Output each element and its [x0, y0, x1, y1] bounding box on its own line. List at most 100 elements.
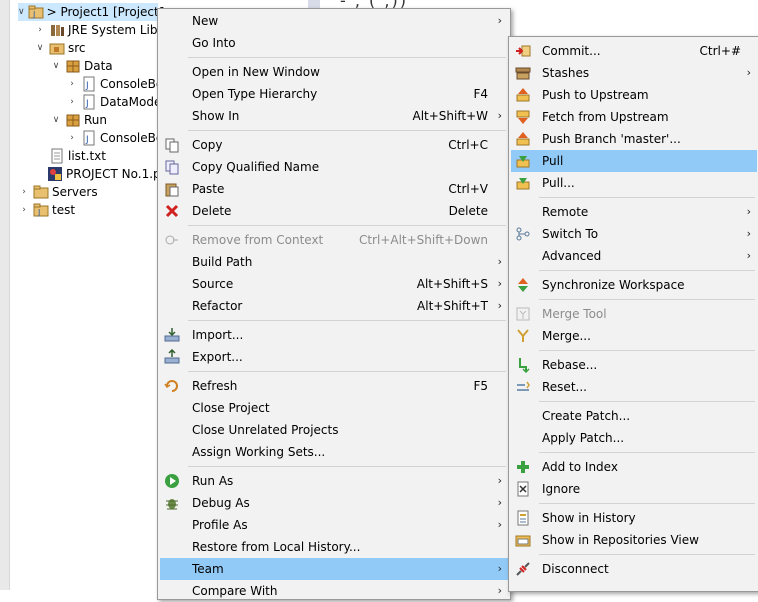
- menu-separator: [539, 401, 755, 402]
- menu-item-debug-as[interactable]: Debug As ›: [160, 492, 508, 514]
- menu-item-refresh[interactable]: Refresh F5: [160, 375, 508, 397]
- java-project-icon: J: [33, 202, 49, 218]
- svg-text:J: J: [85, 99, 89, 109]
- menu-item-ignore[interactable]: Ignore: [511, 478, 757, 500]
- menu-item-apply-patch[interactable]: Apply Patch...: [511, 427, 757, 449]
- collapsed-chevron-icon[interactable]: ›: [66, 75, 78, 93]
- collapsed-chevron-icon[interactable]: ›: [34, 21, 46, 39]
- debug-icon: [164, 495, 180, 511]
- submenu-arrow-icon: ›: [497, 584, 502, 597]
- pull-dialog-icon: [515, 175, 531, 191]
- menu-item-remove-from-context[interactable]: Remove from Context Ctrl+Alt+Shift+Down: [160, 229, 508, 251]
- tree-item-label: DataMode: [100, 95, 162, 109]
- remove-context-icon: [164, 232, 180, 248]
- tree-item-list-txt[interactable]: list.txt: [49, 147, 106, 165]
- menu-item-fetch-upstream[interactable]: Fetch from Upstream: [511, 106, 757, 128]
- text-file-icon: [49, 148, 65, 164]
- menu-item-synchronize-workspace[interactable]: Synchronize Workspace: [511, 274, 757, 296]
- delete-icon: [164, 203, 180, 219]
- tree-item-servers[interactable]: › Servers: [18, 183, 97, 201]
- menu-item-merge-tool[interactable]: Merge Tool: [511, 303, 757, 325]
- package-icon: [65, 58, 81, 74]
- tree-item-label: > Project1 [Project1: [46, 5, 167, 19]
- tree-item-data-package[interactable]: ∨ Data: [50, 57, 113, 75]
- menu-item-disconnect[interactable]: Disconnect: [511, 558, 757, 580]
- menu-item-copy[interactable]: Copy Ctrl+C: [160, 134, 508, 156]
- menu-item-push-branch[interactable]: Push Branch 'master'...: [511, 128, 757, 150]
- menu-item-commit[interactable]: Commit... Ctrl+#: [511, 40, 757, 62]
- menu-item-push-upstream[interactable]: Push to Upstream: [511, 84, 757, 106]
- menu-item-close-unrelated-projects[interactable]: Close Unrelated Projects: [160, 419, 508, 441]
- push-branch-icon: [515, 131, 531, 147]
- menu-item-merge[interactable]: Merge...: [511, 325, 757, 347]
- java-file-icon: J: [81, 94, 97, 110]
- tree-item-label: src: [68, 41, 86, 55]
- menu-item-pull[interactable]: Pull: [511, 150, 757, 172]
- expanded-chevron-icon[interactable]: ∨: [50, 57, 62, 75]
- tree-item-src[interactable]: ∨ src: [34, 39, 86, 57]
- tree-item-datamode[interactable]: › J DataMode: [66, 93, 161, 111]
- menu-item-source[interactable]: Source Alt+Shift+S ›: [160, 273, 508, 295]
- menu-item-go-into[interactable]: Go Into: [160, 32, 508, 54]
- menu-item-advanced[interactable]: Advanced ›: [511, 245, 757, 267]
- menu-item-export[interactable]: Export...: [160, 346, 508, 368]
- fetch-upstream-icon: [515, 109, 531, 125]
- copy-icon: [164, 137, 180, 153]
- menu-item-import[interactable]: Import...: [160, 324, 508, 346]
- menu-item-rebase[interactable]: Rebase...: [511, 354, 757, 376]
- menu-item-switch-to[interactable]: Switch To ›: [511, 223, 757, 245]
- menu-item-show-in-history[interactable]: Show in History: [511, 507, 757, 529]
- context-menu: New › Go Into Open in New Window Open Typ…: [157, 8, 511, 600]
- menu-item-new[interactable]: New ›: [160, 10, 508, 32]
- tree-item-label: ConsoleBo: [100, 131, 164, 145]
- tree-item-test[interactable]: › J test: [18, 201, 75, 219]
- menu-item-team[interactable]: Team ›: [160, 558, 508, 580]
- menu-item-paste[interactable]: Paste Ctrl+V: [160, 178, 508, 200]
- menu-separator: [188, 130, 506, 131]
- expanded-chevron-icon[interactable]: ∨: [18, 3, 25, 21]
- expanded-chevron-icon[interactable]: ∨: [50, 111, 62, 129]
- menu-item-refactor[interactable]: Refactor Alt+Shift+T ›: [160, 295, 508, 317]
- menu-item-show-in[interactable]: Show In Alt+Shift+W ›: [160, 105, 508, 127]
- menu-item-add-to-index[interactable]: Add to Index: [511, 456, 757, 478]
- menu-item-delete[interactable]: Delete Delete: [160, 200, 508, 222]
- menu-item-reset[interactable]: Reset...: [511, 376, 757, 398]
- package-icon: [65, 112, 81, 128]
- menu-item-pull-dialog[interactable]: Pull...: [511, 172, 757, 194]
- tree-item-label: JRE System Libra: [68, 23, 170, 37]
- menu-item-show-in-repositories[interactable]: Show in Repositories View: [511, 529, 757, 551]
- rebase-icon: [515, 357, 531, 374]
- menu-item-remote[interactable]: Remote ›: [511, 201, 757, 223]
- expanded-chevron-icon[interactable]: ∨: [34, 39, 46, 57]
- run-icon: [164, 473, 180, 489]
- menu-item-assign-working-sets[interactable]: Assign Working Sets...: [160, 441, 508, 463]
- submenu-arrow-icon: ›: [746, 66, 751, 79]
- menu-item-compare-with[interactable]: Compare With ›: [160, 580, 508, 602]
- collapsed-chevron-icon[interactable]: ›: [18, 201, 30, 219]
- menu-item-build-path[interactable]: Build Path ›: [160, 251, 508, 273]
- menu-item-stashes[interactable]: Stashes ›: [511, 62, 757, 84]
- menu-item-run-as[interactable]: Run As ›: [160, 470, 508, 492]
- collapsed-chevron-icon[interactable]: ›: [66, 93, 78, 111]
- collapsed-chevron-icon[interactable]: ›: [66, 129, 78, 147]
- tree-item-jre[interactable]: › JRE System Libra: [34, 21, 170, 39]
- menu-item-open-new-window[interactable]: Open in New Window: [160, 61, 508, 83]
- menu-item-profile-as[interactable]: Profile As ›: [160, 514, 508, 536]
- tree-item-project1[interactable]: ∨ J > Project1 [Project1: [18, 3, 166, 21]
- submenu-arrow-icon: ›: [497, 496, 502, 509]
- menu-item-copy-qualified-name[interactable]: Copy Qualified Name: [160, 156, 508, 178]
- menu-item-open-type-hierarchy[interactable]: Open Type Hierarchy F4: [160, 83, 508, 105]
- tree-item-consolebo-2[interactable]: › J ConsoleBo: [66, 129, 163, 147]
- menu-separator: [539, 554, 755, 555]
- merge-tool-icon: [515, 306, 531, 322]
- menu-item-close-project[interactable]: Close Project: [160, 397, 508, 419]
- java-project-icon: J: [28, 4, 44, 20]
- stashes-icon: [515, 65, 531, 81]
- tree-item-run-package[interactable]: ∨ Run: [50, 111, 107, 129]
- collapsed-chevron-icon[interactable]: ›: [18, 183, 30, 201]
- tree-item-project-file[interactable]: PROJECT No.1.p: [47, 165, 161, 183]
- menu-item-restore-local-history[interactable]: Restore from Local History...: [160, 536, 508, 558]
- menu-item-create-patch[interactable]: Create Patch...: [511, 405, 757, 427]
- tree-item-consolebo-1[interactable]: › J ConsoleBo: [66, 75, 163, 93]
- commit-icon: [515, 43, 531, 59]
